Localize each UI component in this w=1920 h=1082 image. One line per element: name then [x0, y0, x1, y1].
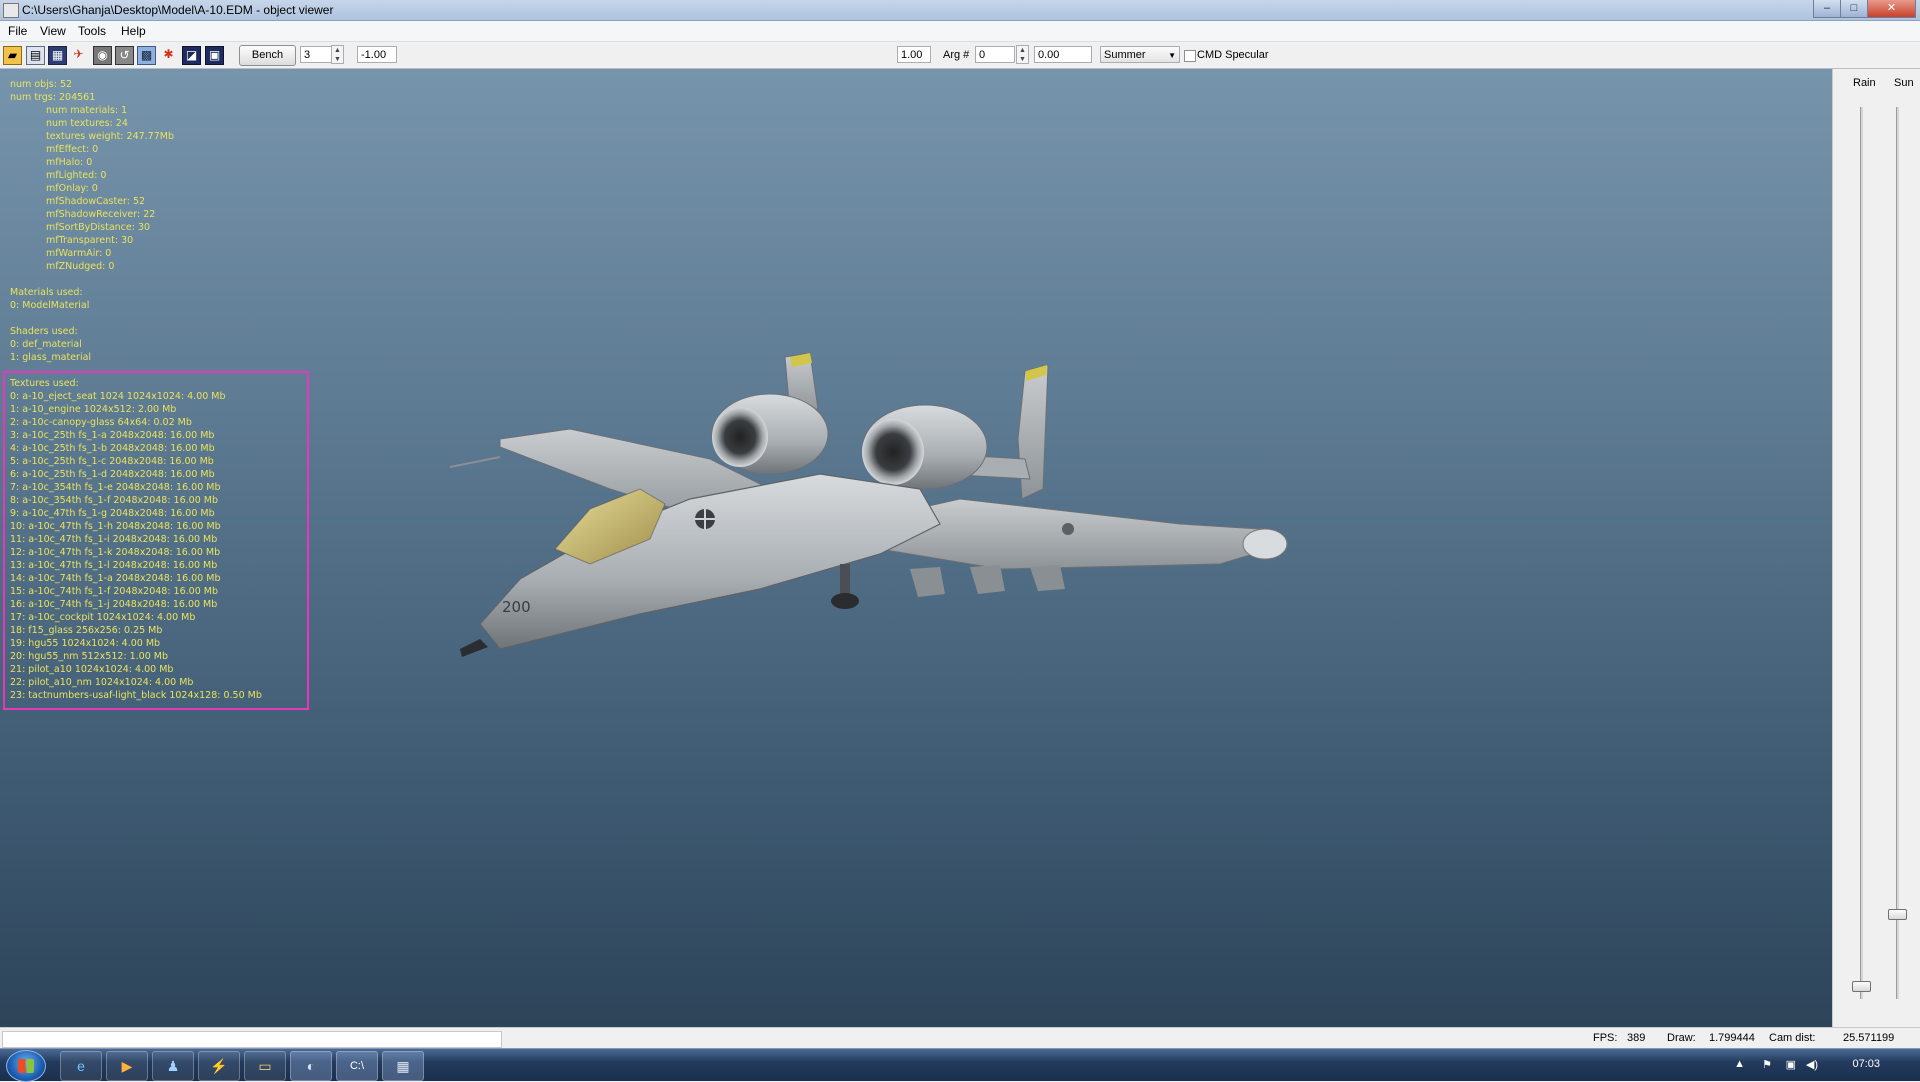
stat-line: mfShadowCaster: 52: [46, 196, 146, 207]
explorer-icon[interactable]: ▭: [244, 1051, 286, 1081]
arg-max-field[interactable]: 1.00: [897, 46, 931, 63]
model-icon[interactable]: ✈: [70, 46, 87, 63]
menu-view[interactable]: View: [40, 24, 66, 38]
rain-label: Rain: [1853, 77, 1876, 89]
stat-line: mfWarmAir: 0: [46, 248, 112, 259]
window-title: C:\Users\Ghanja\Desktop\Model\A-10.EDM -…: [22, 3, 334, 17]
open-icon[interactable]: ▰: [3, 46, 22, 65]
render-icon[interactable]: ◪: [182, 46, 201, 65]
shaders-title: Shaders used:: [10, 326, 78, 337]
arg-value-field[interactable]: 0.00: [1034, 46, 1092, 63]
calculator-icon[interactable]: ▦: [382, 1051, 424, 1081]
export-icon[interactable]: ▦: [48, 46, 67, 65]
media-player-icon[interactable]: ▶: [106, 1051, 148, 1081]
cmd-specular-label: CMD Specular: [1197, 49, 1269, 61]
arg-index-spinner[interactable]: ▲ ▼: [1016, 45, 1029, 64]
season-value: Summer: [1104, 49, 1146, 61]
stat-line: mfZNudged: 0: [46, 261, 115, 272]
rain-slider-thumb[interactable]: [1852, 981, 1871, 992]
action-center-flag-icon[interactable]: ⚑: [1762, 1058, 1772, 1071]
material-line: 0: ModelMaterial: [10, 300, 90, 311]
users-icon[interactable]: ♟: [152, 1051, 194, 1081]
camera-icon[interactable]: ◉: [93, 46, 112, 65]
bench-button[interactable]: Bench: [239, 45, 296, 66]
draw-value: 1.799444: [1709, 1032, 1755, 1044]
menu-help[interactable]: Help: [121, 24, 146, 38]
stat-line: mfOnlay: 0: [46, 183, 98, 194]
camera-reset-icon[interactable]: ↺: [115, 46, 134, 65]
sun-label: Sun: [1894, 77, 1914, 89]
camdist-value: 25.571199: [1843, 1032, 1895, 1044]
shader-line: 0: def_material: [10, 339, 82, 350]
cmd-specular-checkbox[interactable]: [1184, 50, 1196, 62]
season-select[interactable]: Summer ▼: [1100, 46, 1180, 63]
arg-min-field[interactable]: -1.00: [357, 46, 397, 63]
toolbar: ▰ ▤ ▦ ✈ ◉ ↺ ▩ ✱ ◪ ▣ Bench 3 ▲ ▼ -1.00 1.0…: [0, 42, 1920, 105]
stat-line: mfEffect: 0: [46, 144, 99, 155]
materials-title: Materials used:: [10, 287, 83, 298]
stat-line: textures weight: 247.77Mb: [46, 131, 174, 142]
volume-icon[interactable]: ◀): [1806, 1058, 1818, 1071]
fps-label: FPS:: [1593, 1032, 1618, 1044]
windows-logo-icon: [18, 1059, 34, 1073]
title-bar: C:\Users\Ghanja\Desktop\Model\A-10.EDM -…: [0, 0, 1920, 21]
bench-count-spinner[interactable]: ▲ ▼: [331, 45, 344, 64]
chevron-down-icon: ▼: [1168, 51, 1176, 60]
winamp-icon[interactable]: ⚡: [198, 1051, 240, 1081]
aircraft-model: 200: [449, 352, 1288, 657]
arg-label: Arg #: [943, 49, 970, 61]
minimize-button[interactable]: –: [1813, 0, 1841, 18]
taskbar: e ▶ ♟ ⚡ ▭ ◐ C:\ ▦ ▲ ⚑ ▣ ◀) 07:03: [0, 1048, 1920, 1082]
sun-slider-thumb[interactable]: [1888, 909, 1907, 920]
draw-label: Draw:: [1667, 1032, 1696, 1044]
arg-index-field[interactable]: 0: [975, 46, 1015, 63]
command-input[interactable]: [2, 1031, 502, 1048]
stat-line: mfTransparent: 30: [46, 235, 134, 246]
environment-panel: Rain Sun: [1832, 69, 1920, 1027]
grid-icon[interactable]: ▩: [137, 46, 156, 65]
ie-icon[interactable]: e: [60, 1051, 102, 1081]
stat-line: mfSortByDistance: 30: [46, 222, 151, 233]
info-icon[interactable]: ▣: [205, 46, 224, 65]
camdist-label: Cam dist:: [1769, 1032, 1816, 1044]
show-hidden-icons-icon[interactable]: ▲: [1734, 1058, 1745, 1070]
terminal-icon[interactable]: C:\: [336, 1051, 378, 1081]
stat-line: mfLighted: 0: [46, 170, 107, 181]
stat-line: mfHalo: 0: [46, 157, 93, 168]
stat-line: num trgs: 204561: [10, 92, 96, 103]
sun-slider-track[interactable]: [1896, 107, 1899, 999]
3d-viewport[interactable]: num objs: 52 num trgs: 204561 num materi…: [0, 69, 1832, 1027]
save-icon[interactable]: ▤: [26, 46, 45, 65]
rain-slider-track[interactable]: [1860, 107, 1863, 999]
close-button[interactable]: ✕: [1867, 0, 1916, 18]
clock[interactable]: 07:03: [1852, 1058, 1880, 1070]
menu-bar: File View Tools Help: [0, 21, 1920, 42]
status-bar: FPS: 389 Draw: 1.799444 Cam dist: 25.571…: [0, 1027, 1920, 1049]
stat-line: num textures: 24: [46, 118, 128, 129]
maximize-button[interactable]: □: [1840, 0, 1868, 18]
nose-number: 200: [502, 598, 531, 616]
network-icon[interactable]: ▣: [1786, 1058, 1796, 1071]
start-button[interactable]: [6, 1050, 46, 1082]
stat-line: num objs: 52: [10, 79, 73, 90]
stat-line: mfShadowReceiver: 22: [46, 209, 156, 220]
object-viewer-icon[interactable]: ◐: [290, 1051, 332, 1081]
menu-tools[interactable]: Tools: [78, 24, 106, 38]
stat-line: num materials: 1: [46, 105, 128, 116]
menu-file[interactable]: File: [8, 24, 27, 38]
fps-value: 389: [1627, 1032, 1646, 1044]
app-icon: [3, 3, 19, 18]
textures-highlight-box: [3, 371, 309, 710]
skeleton-icon[interactable]: ✱: [160, 46, 177, 63]
shader-line: 1: glass_material: [10, 352, 92, 363]
